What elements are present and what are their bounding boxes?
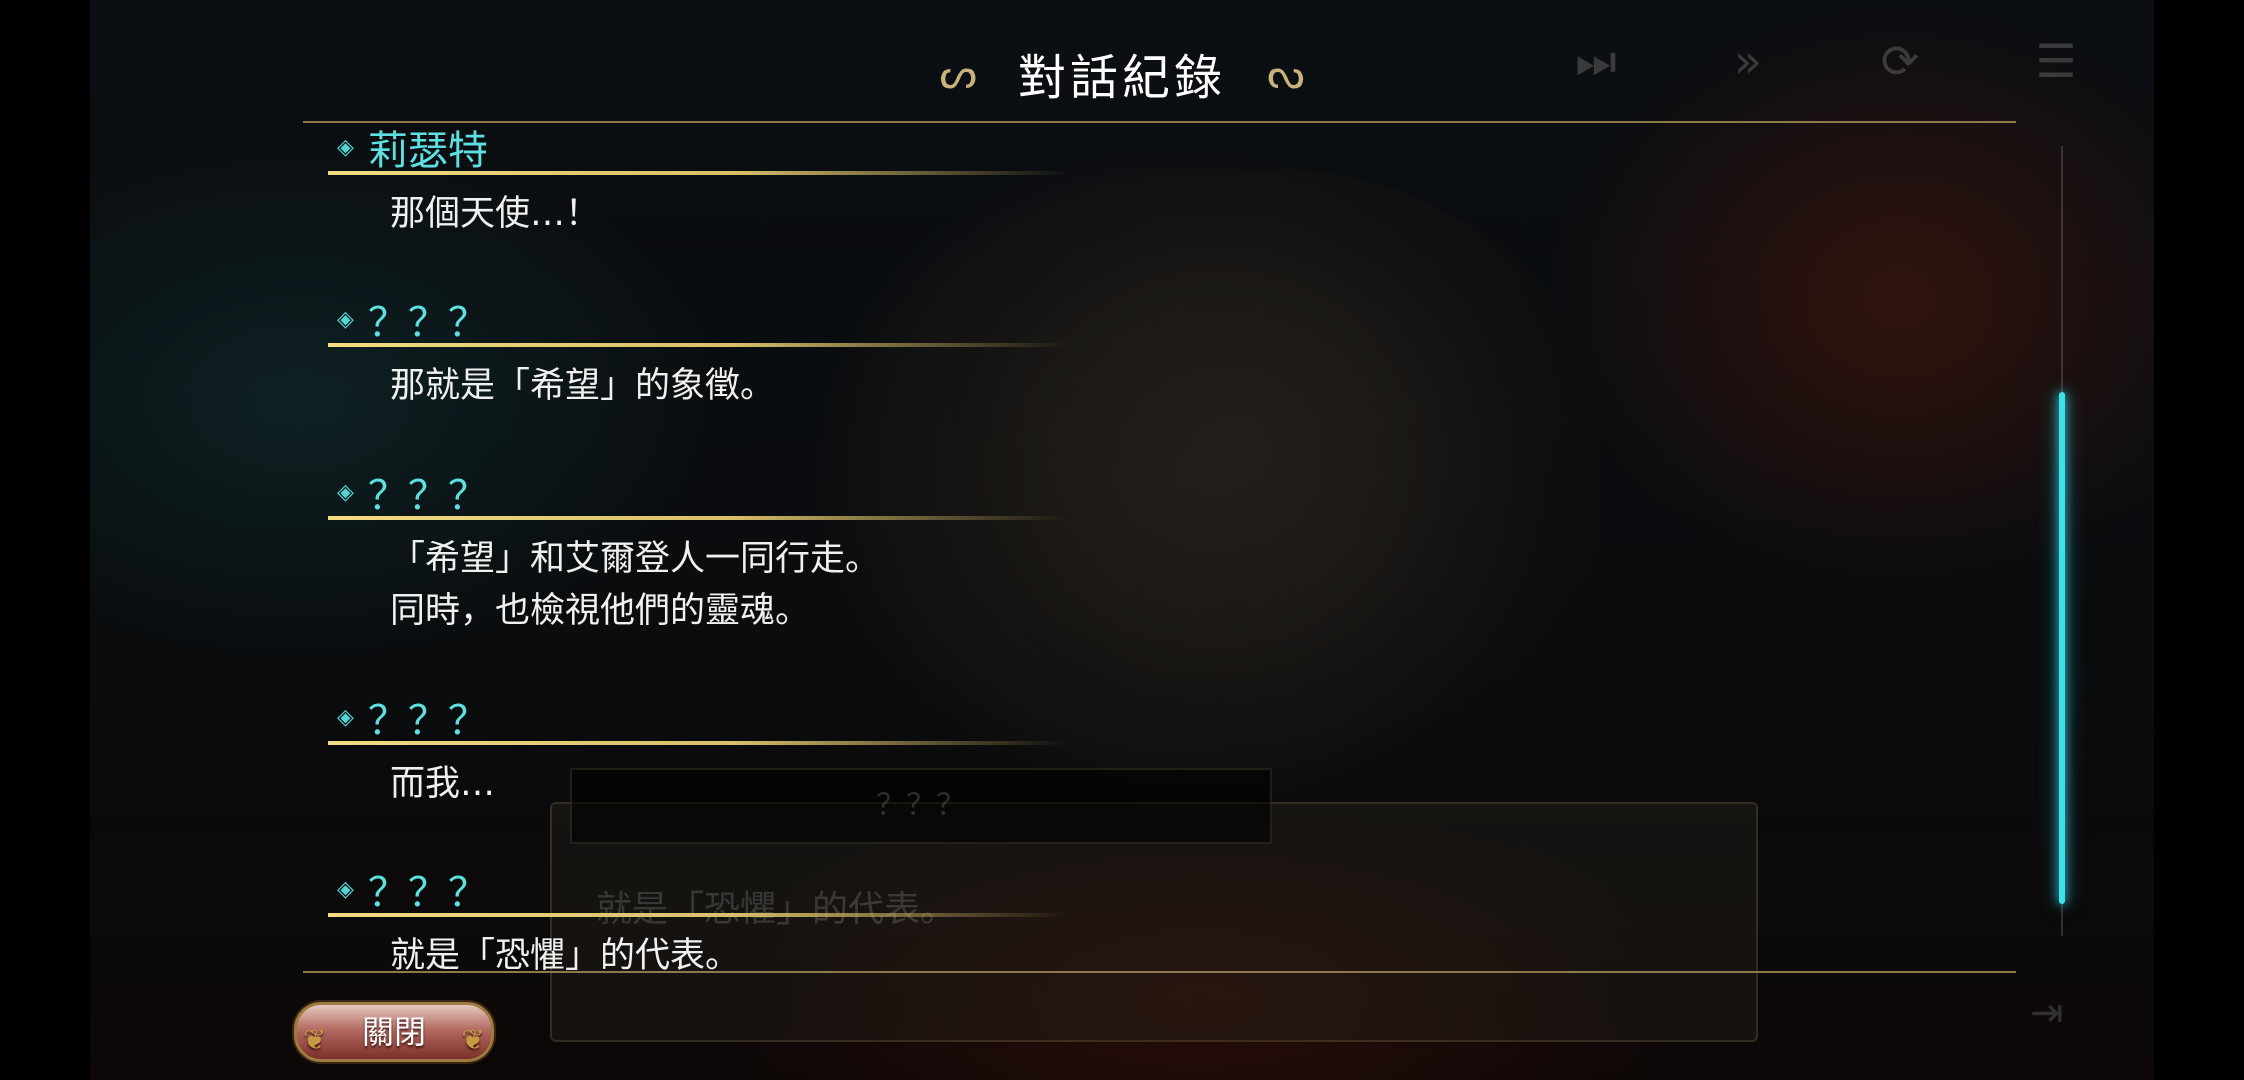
speaker-underline	[328, 343, 1068, 347]
speaker-name: ◈ ？？？	[337, 290, 488, 348]
speaker-underline	[328, 516, 1068, 520]
dialogue-line: 那就是「希望」的象徵。	[390, 366, 776, 406]
auto-play-icon[interactable]: ⟳	[1870, 34, 1930, 88]
fast-forward-icon[interactable]: »	[1718, 34, 1778, 88]
footer-divider	[303, 971, 2016, 973]
letterbox-right	[2154, 0, 2244, 1080]
log-icon[interactable]: ☰	[2026, 34, 2086, 88]
skip-icon[interactable]: ⇥	[2030, 990, 2064, 1036]
dialogue-log[interactable]: ◈ 莉瑟特 那個天使…！ ◈ ？？？ 那就是「希望」的象徵。 ◈ ？？？ 「希望…	[325, 122, 1925, 970]
speaker-label: ？？？	[367, 300, 488, 346]
left-flourish-icon: ᔕ	[939, 48, 977, 98]
dialogue-line: 而我…	[390, 764, 496, 804]
speaker-label: ？？？	[367, 698, 488, 744]
diamond-icon: ◈	[337, 479, 354, 505]
diamond-icon: ◈	[337, 876, 354, 902]
speaker-label: 莉瑟特	[367, 128, 488, 174]
letterbox-left	[0, 0, 90, 1080]
speaker-label: ？？？	[367, 870, 488, 916]
speaker-underline	[328, 741, 1068, 745]
diamond-icon: ◈	[337, 306, 354, 332]
right-flourish-icon: ᔓ	[1267, 48, 1305, 98]
dialogue-line: 「希望」和艾爾登人一同行走。	[390, 539, 881, 579]
scrollbar-thumb[interactable]	[2059, 392, 2065, 904]
close-button-label: 關閉	[361, 1013, 426, 1051]
page-title: 對話紀錄	[1017, 50, 1226, 106]
speaker-name: ◈ ？？？	[337, 463, 488, 521]
dialogue-line: 同時，也檢視他們的靈魂。	[390, 591, 811, 631]
dialogue-line: 就是「恐懼」的代表。	[390, 936, 741, 970]
diamond-icon: ◈	[337, 704, 354, 730]
skip-to-end-icon[interactable]: ⏭	[1566, 34, 1626, 90]
speaker-underline	[328, 913, 1068, 917]
dialogue-line: 那個天使…！	[390, 194, 601, 234]
speaker-name: ◈ ？？？	[337, 860, 488, 918]
ornament-icon: ❦	[461, 1023, 485, 1056]
diamond-icon: ◈	[337, 134, 354, 160]
speaker-label: ？？？	[367, 473, 488, 519]
close-button[interactable]: ❦ 關閉 ❦	[294, 1002, 494, 1062]
speaker-underline	[328, 171, 1068, 175]
ornament-icon: ❦	[303, 1023, 327, 1056]
speaker-name: ◈ ？？？	[337, 688, 488, 746]
speaker-name: ◈ 莉瑟特	[337, 122, 488, 176]
